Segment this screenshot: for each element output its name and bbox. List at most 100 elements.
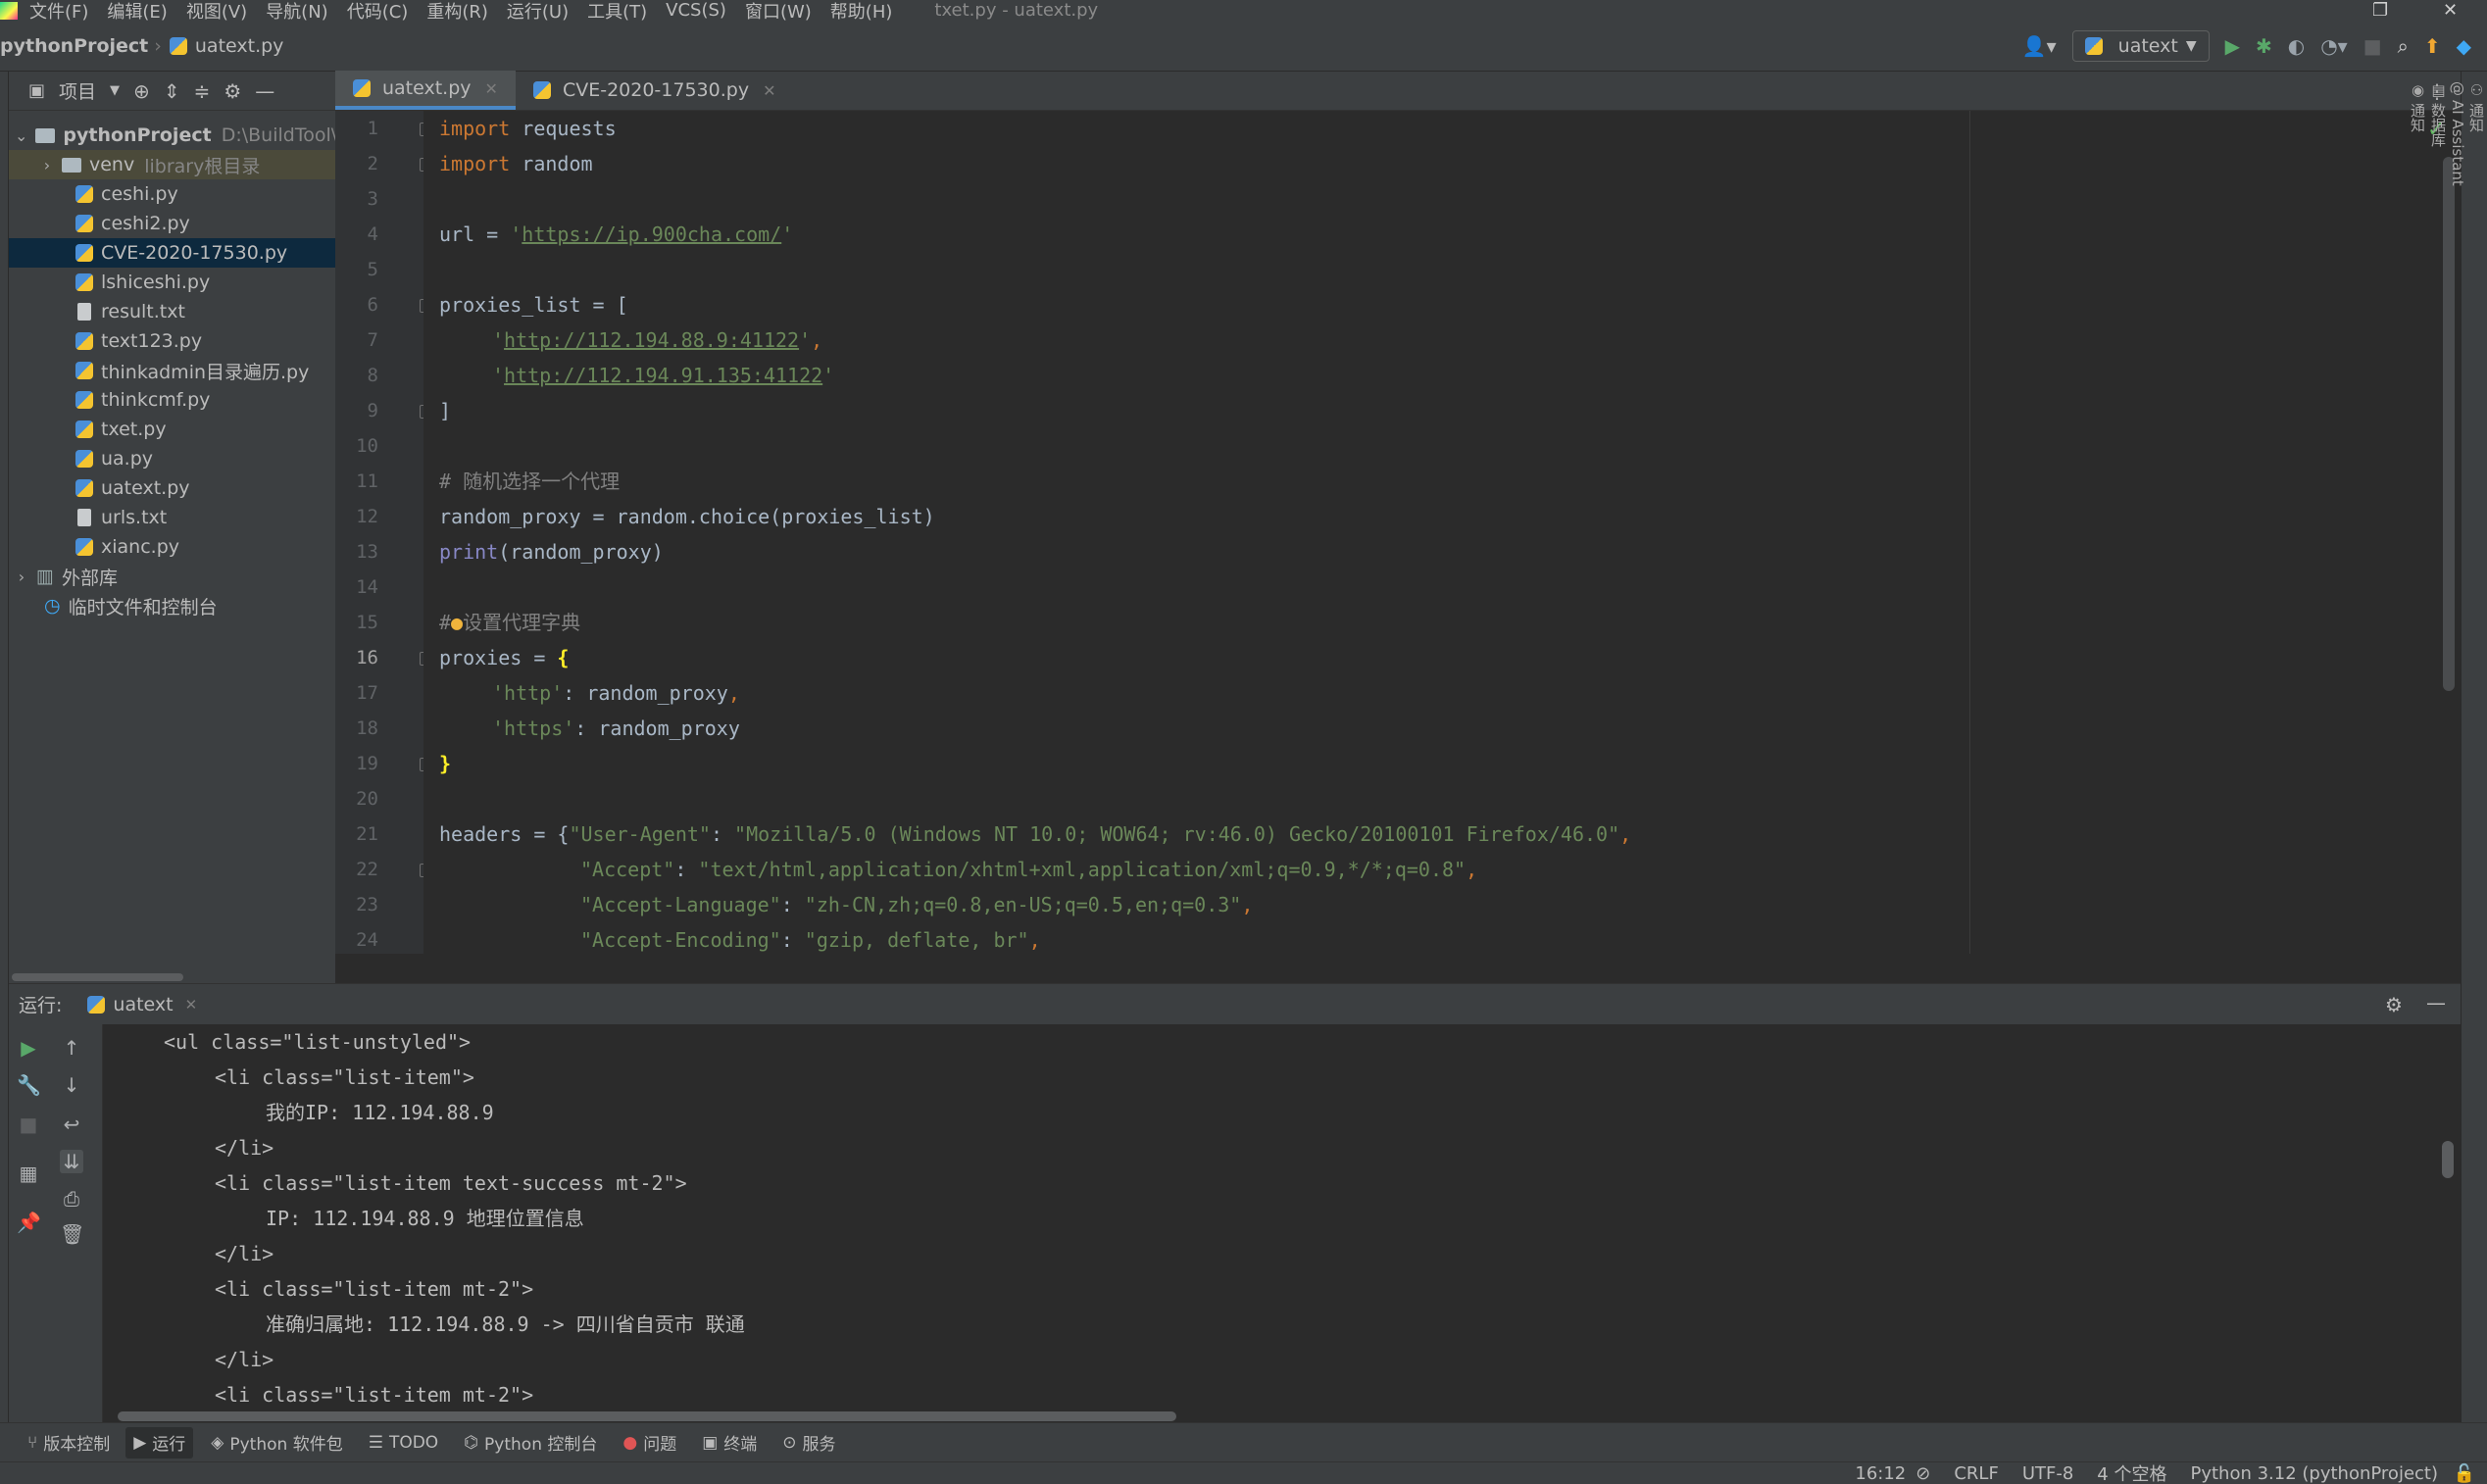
tool-window-bar: ⑂ 版本控制 ▶ 运行 ◈ Python 软件包 ☰ TODO ⌬ Python 控制台 … — [0, 1422, 2487, 1461]
tree-item-file[interactable]: uatext.py — [9, 473, 335, 503]
project-horizontal-scrollbar[interactable] — [12, 973, 183, 981]
tool-label: 服务 — [802, 1435, 836, 1455]
menu-refactor[interactable]: 重构(R) — [426, 0, 488, 24]
menu-edit[interactable]: 编辑(E) — [107, 0, 167, 24]
ide-services-icon[interactable]: ◆ — [2457, 36, 2471, 56]
menu-tools[interactable]: 工具(T) — [587, 0, 647, 24]
tab-uatext[interactable]: uatext.py ✕ — [335, 71, 516, 110]
close-icon[interactable]: ✕ — [763, 81, 775, 100]
gear-icon[interactable]: ⚙ — [2385, 993, 2403, 1016]
lock-icon[interactable]: 🔓 — [2454, 1463, 2475, 1484]
close-icon[interactable]: ✕ — [185, 996, 198, 1014]
account-icon[interactable]: 👤▾ — [2022, 36, 2057, 56]
coverage-icon[interactable]: ◐ — [2288, 36, 2305, 56]
tree-item-file[interactable]: urls.txt — [9, 503, 335, 532]
tree-item-file[interactable]: txet.py — [9, 415, 335, 444]
url-link[interactable]: https://ip.900cha.com/ — [522, 223, 781, 246]
tree-item-file[interactable]: ua.py — [9, 444, 335, 473]
tool-todo[interactable]: ☰ TODO — [361, 1427, 447, 1459]
tree-root[interactable]: ⌄ pythonProject D:\BuildTool\Py — [9, 121, 360, 150]
indent-setting[interactable]: 4 个空格 — [2097, 1460, 2166, 1484]
expand-all-icon[interactable]: ⇕ — [164, 81, 180, 101]
stop-icon[interactable]: ■ — [2363, 36, 2382, 56]
console-horizontal-scrollbar[interactable] — [118, 1411, 1176, 1421]
tab-cve[interactable]: CVE-2020-17530.py ✕ — [516, 71, 794, 110]
tree-item-file[interactable]: thinkcmf.py — [9, 385, 335, 415]
tool-run[interactable]: ▶ 运行 — [125, 1426, 194, 1459]
close-window-icon[interactable]: ✕ — [2443, 0, 2458, 21]
run-console[interactable]: <ul class="list-unstyled"> <li class="li… — [103, 1024, 2461, 1422]
locate-icon[interactable]: ⊕ — [133, 81, 150, 101]
run-icon[interactable]: ▶ — [2225, 36, 2240, 56]
lightbulb-icon[interactable]: ● — [451, 611, 463, 634]
menu-run[interactable]: 运行(U) — [507, 0, 569, 24]
tool-python-console[interactable]: ⌬ Python 控制台 — [456, 1427, 605, 1459]
breadcrumb-file[interactable]: uatext.py — [169, 35, 283, 57]
trash-icon[interactable]: 🗑 — [60, 1222, 84, 1246]
tool-terminal[interactable]: ▣ 终端 — [694, 1427, 765, 1459]
tree-item-file-selected[interactable]: CVE-2020-17530.py — [9, 238, 335, 268]
hide-panel-icon[interactable]: — — [2426, 991, 2446, 1014]
tree-item-file[interactable]: xianc.py — [9, 532, 335, 562]
menu-code[interactable]: 代码(C) — [347, 0, 409, 24]
menu-navigate[interactable]: 导航(N) — [266, 0, 328, 24]
hide-panel-icon[interactable]: — — [255, 81, 274, 101]
string-quote: ' — [492, 328, 505, 352]
profile-icon[interactable]: ◔▾ — [2320, 36, 2348, 56]
close-icon[interactable]: ✕ — [485, 79, 498, 98]
python-interpreter[interactable]: Python 3.12 (pythonProject) — [2190, 1463, 2438, 1484]
arrow-down-icon[interactable]: ↓ — [60, 1073, 83, 1097]
tool-problems[interactable]: ● 问题 — [615, 1427, 684, 1459]
tree-item-file[interactable]: result.txt — [9, 297, 335, 326]
pin-icon[interactable]: 📌 — [17, 1211, 41, 1234]
tree-item-file[interactable]: ceshi2.py — [9, 209, 335, 238]
debug-icon[interactable]: ✱ — [2256, 36, 2272, 56]
line-separator[interactable]: CRLF — [1954, 1463, 1998, 1484]
tool-python-packages[interactable]: ◈ Python 软件包 — [203, 1427, 350, 1459]
scroll-to-end-icon[interactable]: ⇊ — [60, 1150, 83, 1173]
console-vertical-scrollbar[interactable] — [2442, 1141, 2454, 1178]
tree-item-file[interactable]: lshiceshi.py — [9, 268, 335, 297]
arrow-up-icon[interactable]: ↑ — [60, 1036, 83, 1060]
soft-wrap-icon[interactable]: ↩ — [60, 1113, 83, 1136]
chevron-down-icon[interactable]: ⌄ — [15, 126, 27, 145]
code-editor[interactable]: import requests import random url = 'htt… — [423, 111, 2461, 954]
gear-icon[interactable]: ⚙ — [224, 81, 241, 101]
wrench-icon[interactable]: 🔧 — [17, 1073, 41, 1097]
no-edit-icon[interactable]: ⊘ — [1915, 1463, 1930, 1484]
stop-icon[interactable]: ■ — [17, 1113, 40, 1136]
rerun-icon[interactable]: ▶ — [17, 1036, 40, 1060]
search-icon[interactable]: ⌕ — [2398, 36, 2409, 56]
run-config-selector[interactable]: uatext ▼ — [2071, 30, 2210, 62]
tree-item-venv[interactable]: › venv library根目录 — [9, 150, 335, 179]
tree-item-file[interactable]: thinkadmin目录遍历.py — [9, 356, 335, 385]
tree-item-file[interactable]: text123.py — [9, 326, 335, 356]
tree-item-scratches[interactable]: ◷ 临时文件和控制台 — [9, 591, 335, 620]
layout-icon[interactable]: ▦ — [17, 1162, 40, 1185]
menu-vcs[interactable]: VCS(S) — [666, 0, 726, 21]
tool-services[interactable]: ⊙ 服务 — [774, 1427, 843, 1459]
menu-file[interactable]: 文件(F) — [29, 0, 88, 24]
breadcrumb-project[interactable]: pythonProject — [0, 35, 148, 57]
notifications-tool[interactable]: ⚇ 通知 — [2466, 72, 2487, 1435]
print-icon[interactable]: ⎙ — [60, 1187, 83, 1211]
python-file-icon — [532, 81, 551, 99]
tree-item-external-libs[interactable]: › ▥ 外部库 — [9, 562, 335, 591]
update-icon[interactable]: ⬆ — [2424, 36, 2441, 56]
tool-version-control[interactable]: ⑂ 版本控制 — [20, 1427, 118, 1459]
cursor-position[interactable]: 16:12 — [1855, 1463, 1906, 1484]
chevron-right-icon[interactable]: › — [40, 156, 54, 174]
collapse-all-icon[interactable]: ≑ — [194, 81, 211, 101]
chevron-right-icon[interactable]: › — [15, 568, 28, 586]
url-link[interactable]: http://112.194.91.135:41122 — [504, 364, 822, 387]
project-panel-title[interactable]: 项目 — [59, 77, 96, 104]
run-tab-uatext[interactable]: uatext ✕ — [87, 994, 197, 1015]
restore-window-icon[interactable]: ❐ — [2372, 0, 2388, 21]
url-link[interactable]: http://112.194.88.9:41122 — [504, 328, 799, 352]
menu-view[interactable]: 视图(V) — [186, 0, 247, 24]
tree-item-file[interactable]: ceshi.py — [9, 179, 335, 209]
chevron-down-icon[interactable]: ▼ — [110, 83, 120, 98]
menu-window[interactable]: 窗口(W) — [745, 0, 812, 24]
file-encoding[interactable]: UTF-8 — [2022, 1463, 2073, 1484]
menu-help[interactable]: 帮助(H) — [830, 0, 893, 24]
